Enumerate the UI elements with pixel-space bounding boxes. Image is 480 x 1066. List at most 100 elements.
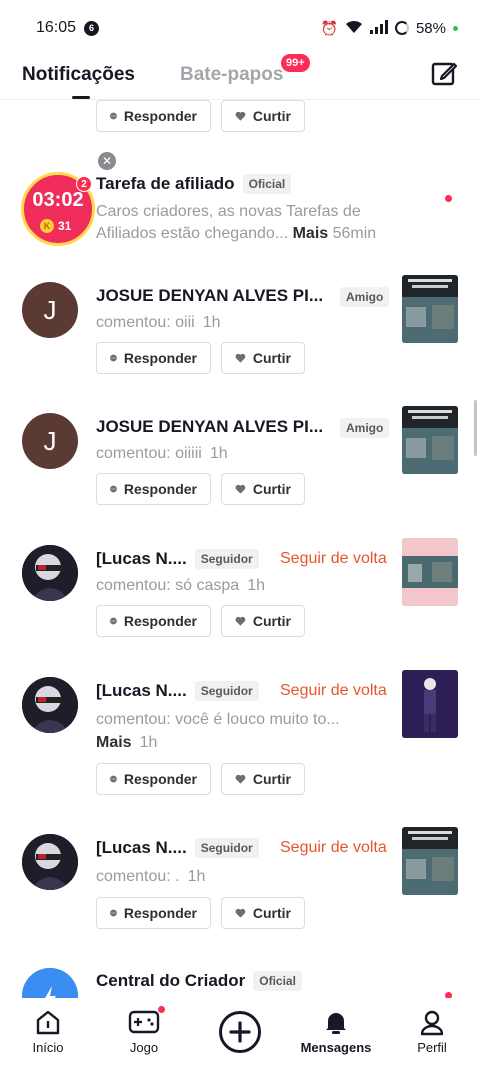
- comment-content: comentou: oiiiii: [96, 445, 202, 462]
- comment-text: comentou: oiiiii 1h: [96, 445, 228, 463]
- comment-icon: [110, 775, 117, 783]
- affiliate-coins: K 31: [40, 219, 71, 233]
- affiliate-notification[interactable]: ✕ 03:02 K 31 2 Tarefa de afiliado Oficia…: [0, 100, 480, 250]
- affiliate-line-2-text: Afiliados estão chegando...: [96, 225, 289, 242]
- gamepad-icon: [128, 1010, 160, 1034]
- action-row: Responder Curtir: [96, 763, 305, 795]
- unread-dot: [445, 195, 452, 202]
- comment-meta: Mais 1h: [96, 734, 157, 752]
- nav-home[interactable]: Início: [8, 1008, 88, 1055]
- name-line: [Lucas N.... Seguidor: [96, 838, 259, 858]
- close-icon[interactable]: ✕: [98, 152, 116, 170]
- alarm-icon: ⏰: [320, 19, 338, 36]
- more-link[interactable]: Mais: [293, 225, 329, 242]
- avatar[interactable]: [22, 834, 78, 890]
- reply-label: Responder: [123, 613, 197, 629]
- nav-messages-label: Mensagens: [300, 1040, 372, 1055]
- avatar[interactable]: J: [22, 413, 78, 469]
- nav-game[interactable]: Jogo: [104, 1008, 184, 1055]
- bell-icon: [326, 1013, 346, 1034]
- timestamp: 1h: [187, 868, 206, 885]
- comment-content: comentou: .: [96, 868, 180, 885]
- video-thumbnail[interactable]: [402, 670, 458, 738]
- tab-notifications[interactable]: Notificações: [22, 64, 135, 86]
- comment-text: comentou: só caspa 1h: [96, 577, 265, 595]
- comment-icon: [110, 909, 117, 917]
- reply-label: Responder: [123, 481, 197, 497]
- official-tag: Oficial: [242, 174, 292, 194]
- avatar[interactable]: [22, 677, 78, 733]
- like-label: Curtir: [252, 350, 291, 366]
- video-thumbnail[interactable]: [402, 827, 458, 895]
- username[interactable]: [Lucas N....: [96, 549, 187, 569]
- avatar[interactable]: [22, 545, 78, 601]
- friend-tag: Amigo: [340, 418, 390, 438]
- video-thumbnail[interactable]: [402, 538, 458, 606]
- nav-home-label: Início: [32, 1040, 64, 1055]
- username[interactable]: [Lucas N....: [96, 681, 187, 701]
- comment-text: comentou: oiii 1h: [96, 314, 221, 332]
- scrollbar[interactable]: [474, 400, 477, 456]
- follow-back-button[interactable]: Seguir de volta: [280, 550, 387, 568]
- status-bar: 16:05 6 ⏰ 58%: [0, 0, 480, 56]
- username[interactable]: JOSUE DENYAN ALVES PI...: [96, 417, 323, 437]
- name-line: [Lucas N.... Seguidor: [96, 681, 259, 701]
- follow-back-button[interactable]: Seguir de volta: [280, 682, 387, 700]
- reply-button[interactable]: Responder: [96, 342, 211, 374]
- nav-messages[interactable]: Mensagens: [296, 1008, 376, 1055]
- more-link[interactable]: Mais: [96, 734, 132, 751]
- follower-tag: Seguidor: [194, 681, 259, 701]
- username[interactable]: JOSUE DENYAN ALVES PI...: [96, 286, 323, 306]
- coin-count: 31: [58, 219, 72, 233]
- affiliate-title: Tarefa de afiliado: [96, 174, 235, 193]
- creator-center-notification[interactable]: Central do Criador Oficial: [0, 958, 480, 998]
- signal-icon: [369, 19, 388, 37]
- reply-button[interactable]: Responder: [96, 897, 211, 929]
- reply-button[interactable]: Responder: [96, 605, 211, 637]
- video-thumbnail[interactable]: [402, 406, 458, 474]
- tab-chats-label: Bate-papos: [180, 64, 284, 85]
- like-label: Curtir: [252, 613, 291, 629]
- like-button[interactable]: Curtir: [221, 897, 305, 929]
- follower-tag: Seguidor: [194, 549, 259, 569]
- username[interactable]: [Lucas N....: [96, 838, 187, 858]
- name-line: JOSUE DENYAN ALVES PI...: [96, 286, 323, 306]
- heart-icon: [235, 484, 246, 494]
- timestamp: 1h: [209, 445, 228, 462]
- like-button[interactable]: Curtir: [221, 342, 305, 374]
- name-line: [Lucas N.... Seguidor: [96, 549, 259, 569]
- compose-icon[interactable]: [428, 58, 460, 90]
- person-icon: [420, 1010, 444, 1036]
- battery-level: 58%: [415, 19, 446, 37]
- follow-back-button[interactable]: Seguir de volta: [280, 839, 387, 857]
- plus-icon: [219, 1011, 261, 1053]
- like-label: Curtir: [252, 905, 291, 921]
- create-button[interactable]: [218, 1010, 262, 1054]
- avatar[interactable]: J: [22, 282, 78, 338]
- status-time: 16:05: [36, 19, 77, 36]
- affiliate-badge: 2: [76, 176, 92, 192]
- video-thumbnail[interactable]: [402, 275, 458, 343]
- friend-tag: Amigo: [340, 287, 390, 307]
- reply-button[interactable]: Responder: [96, 473, 211, 505]
- like-button[interactable]: Curtir: [221, 605, 305, 637]
- notifications-feed[interactable]: Responder Curtir ✕ 03:02 K 31 2 Tarefa d…: [0, 100, 480, 998]
- like-label: Curtir: [252, 771, 291, 787]
- like-button[interactable]: Curtir: [221, 763, 305, 795]
- creator-center-avatar[interactable]: [22, 968, 78, 998]
- timestamp: 1h: [202, 314, 221, 331]
- affiliate-line-1: Caros criadores, as novas Tarefas de: [96, 203, 361, 220]
- comment-text: comentou: você é louco muito to...: [96, 711, 340, 728]
- game-unread-dot: [158, 1006, 165, 1013]
- comment-content: comentou: só caspa: [96, 577, 240, 594]
- affiliate-line-2: Afiliados estão chegando... Mais 56min: [96, 223, 396, 245]
- nav-game-label: Jogo: [129, 1040, 159, 1055]
- nav-profile[interactable]: Perfil: [392, 1008, 472, 1055]
- privacy-dot-icon: [453, 25, 458, 31]
- timestamp: 56min: [332, 225, 377, 242]
- tab-chats[interactable]: Bate-papos: [180, 64, 283, 86]
- status-notification-count: 6: [84, 20, 100, 36]
- action-row: Responder Curtir: [96, 897, 305, 929]
- reply-button[interactable]: Responder: [96, 763, 211, 795]
- like-button[interactable]: Curtir: [221, 473, 305, 505]
